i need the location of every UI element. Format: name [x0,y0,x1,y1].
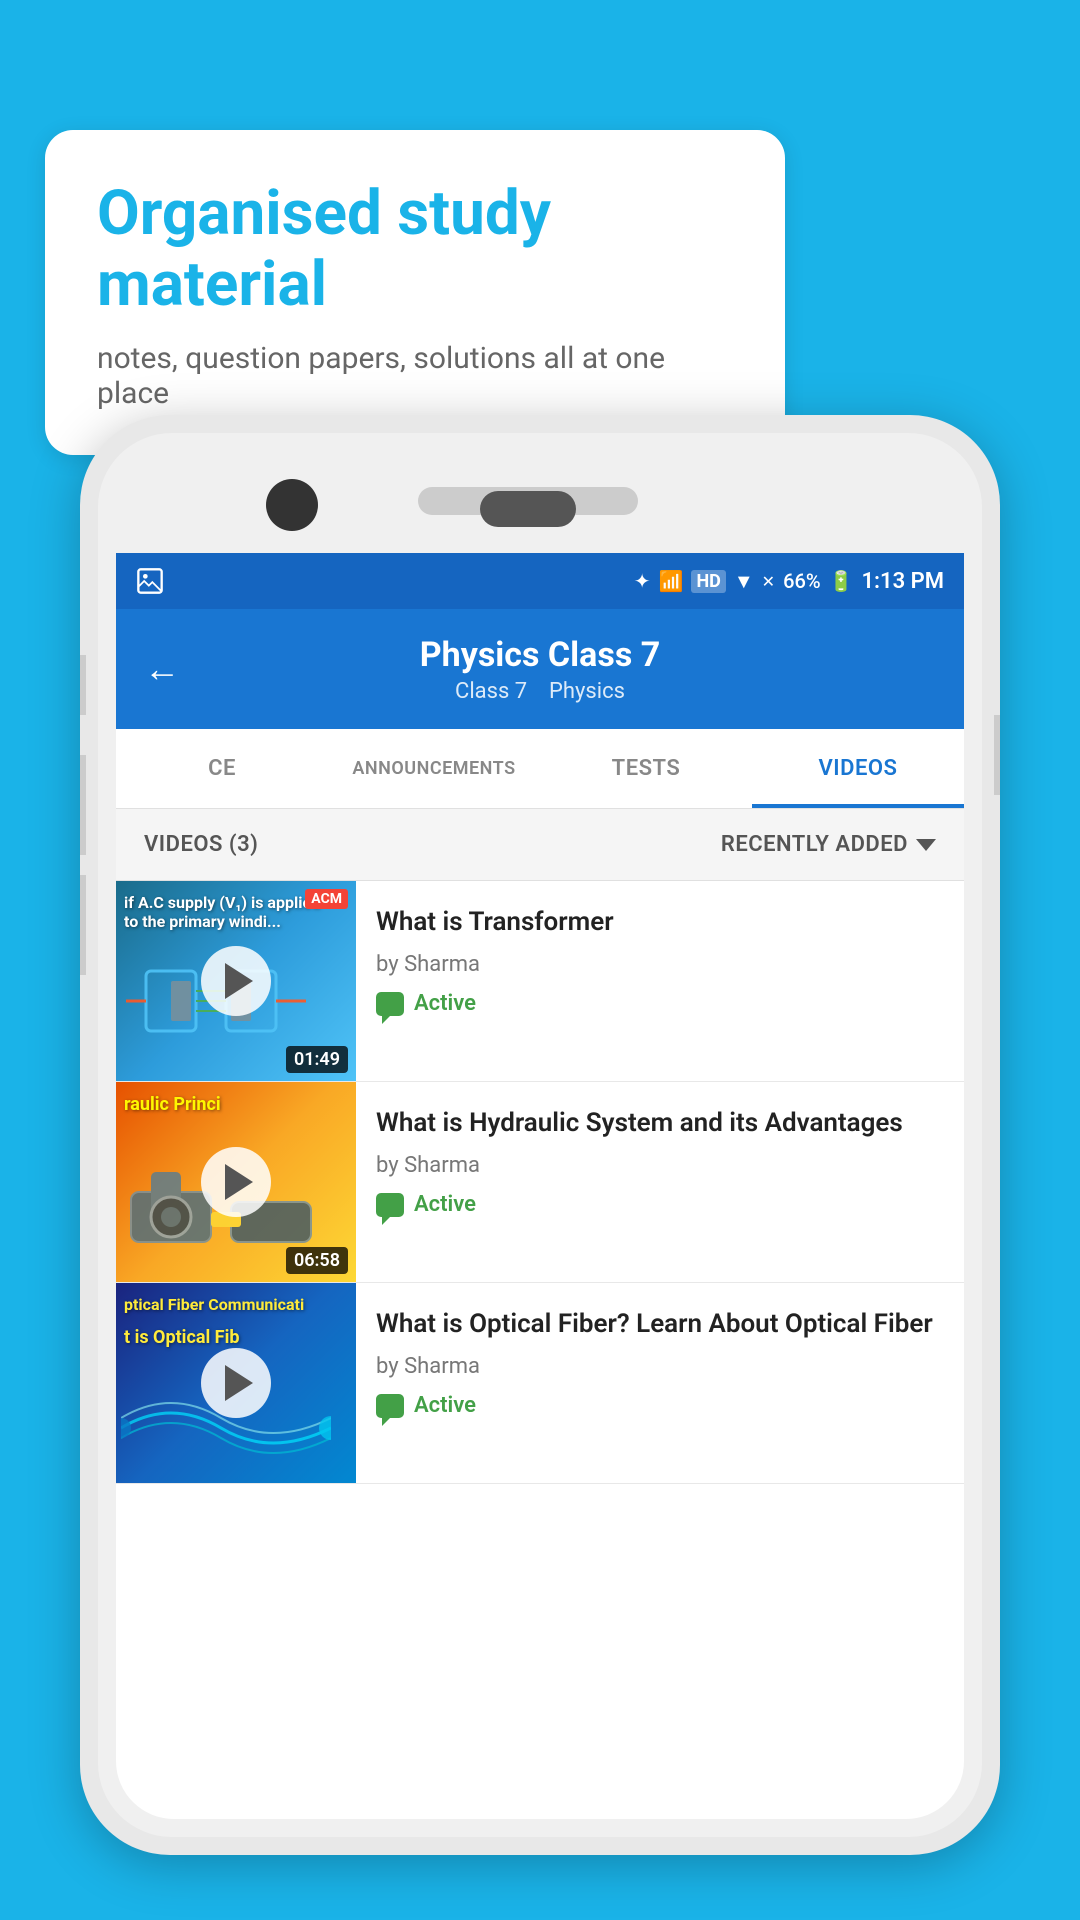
back-button[interactable]: ← [144,648,180,690]
play-icon-1 [225,963,253,999]
app-bar-subtitle: Class 7 Physics [144,679,936,704]
volume-down-button [80,755,86,855]
play-icon-3 [225,1365,253,1401]
active-label-2: Active [414,1192,476,1217]
tab-ce[interactable]: CE [116,729,328,808]
chat-icon-2 [376,1193,404,1217]
speech-bubble: Organised study material notes, question… [45,130,785,455]
tab-videos[interactable]: VIDEOS [752,729,964,808]
video-info-1: What is Transformer by Sharma Active [356,881,964,1081]
filter-bar: VIDEOS (3) RECENTLY ADDED [116,809,964,881]
bubble-title: Organised study material [97,178,733,321]
play-button-3[interactable] [201,1348,271,1418]
video-title-1: What is Transformer [376,905,944,940]
play-button-2[interactable] [201,1147,271,1217]
status-left [136,567,164,595]
video-status-1: Active [376,991,944,1016]
video-status-2: Active [376,1192,944,1217]
video-item-3[interactable]: ptical Fiber Communicati t is Optical Fi… [116,1283,964,1484]
video-title-2: What is Hydraulic System and its Advanta… [376,1106,944,1141]
status-bar: ✦ 📶 HD ▼ ✕ 66% 🔋 1:13 PM [116,553,964,609]
chat-icon-1 [376,992,404,1016]
video-title-3: What is Optical Fiber? Learn About Optic… [376,1307,944,1342]
play-icon-2 [225,1164,253,1200]
video-author-3: by Sharma [376,1354,944,1379]
video-list: if A.C supply (V₁) is applied to the pri… [116,881,964,1484]
front-camera [266,479,318,531]
home-button[interactable] [480,491,576,527]
battery-percent: 66% [783,569,820,593]
thumb-text-3b: t is Optical Fib [124,1327,239,1348]
video-author-2: by Sharma [376,1153,944,1178]
thumb-text-3a: ptical Fiber Communicati [124,1295,304,1314]
video-info-2: What is Hydraulic System and its Advanta… [356,1082,964,1282]
power-button [994,715,1000,795]
acm-badge: ACM [305,889,348,909]
hd-badge: HD [691,570,725,593]
tabs-bar: CE ANNOUNCEMENTS TESTS VIDEOS [116,729,964,809]
video-author-1: by Sharma [376,952,944,977]
thumb-text-1: if A.C supply (V₁) is applied to the pri… [124,893,324,931]
wifi-icon: ▼ [734,569,754,594]
play-button-1[interactable] [201,946,271,1016]
video-item-2[interactable]: raulic Princi [116,1082,964,1283]
signal-icon: 📶 [659,569,684,593]
tab-tests[interactable]: TESTS [540,729,752,808]
video-status-3: Active [376,1393,944,1418]
thumb-text-2: raulic Princi [124,1094,221,1116]
phone-inner: ✦ 📶 HD ▼ ✕ 66% 🔋 1:13 PM ← Physics Class… [98,433,982,1837]
duration-2: 06:58 [286,1247,348,1274]
chevron-down-icon [916,839,936,851]
app-bar: ← Physics Class 7 Class 7 Physics [116,609,964,729]
time-display: 1:13 PM [861,569,944,594]
phone-frame: ✦ 📶 HD ▼ ✕ 66% 🔋 1:13 PM ← Physics Class… [80,415,1000,1855]
active-label-1: Active [414,991,476,1016]
sort-label: RECENTLY ADDED [721,832,908,857]
volume-up-button [80,655,86,715]
chat-icon-3 [376,1394,404,1418]
app-bar-title: Physics Class 7 [144,635,936,675]
data-icon: ✕ [762,572,775,591]
video-info-3: What is Optical Fiber? Learn About Optic… [356,1283,964,1483]
bubble-subtitle: notes, question papers, solutions all at… [97,341,733,411]
camera-button [80,875,86,975]
video-thumbnail-2: raulic Princi [116,1082,356,1282]
video-item[interactable]: if A.C supply (V₁) is applied to the pri… [116,881,964,1082]
status-right: ✦ 📶 HD ▼ ✕ 66% 🔋 1:13 PM [634,569,944,594]
screen: ✦ 📶 HD ▼ ✕ 66% 🔋 1:13 PM ← Physics Class… [116,553,964,1819]
battery-icon: 🔋 [829,569,854,593]
sort-dropdown[interactable]: RECENTLY ADDED [721,832,936,857]
video-thumbnail-1: if A.C supply (V₁) is applied to the pri… [116,881,356,1081]
tab-announcements[interactable]: ANNOUNCEMENTS [328,729,540,808]
video-thumbnail-3: ptical Fiber Communicati t is Optical Fi… [116,1283,356,1483]
video-count: VIDEOS (3) [144,832,258,857]
gallery-icon [136,567,164,595]
active-label-3: Active [414,1393,476,1418]
duration-1: 01:49 [286,1046,348,1073]
bluetooth-icon: ✦ [634,569,651,593]
